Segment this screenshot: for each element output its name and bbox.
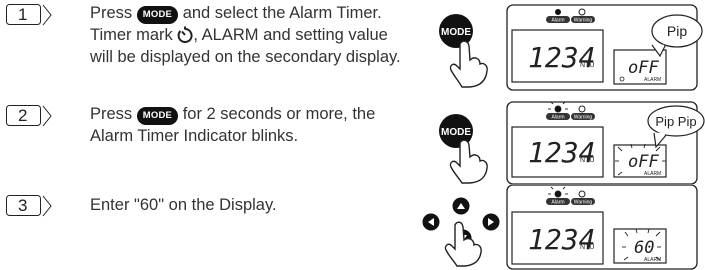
sound-text: Pip Pip (655, 114, 696, 129)
step-1: 1 Press MODE and select the Alarm Timer.… (0, 0, 705, 95)
warning-indicator-label: Warning (574, 18, 593, 24)
step-2: 2 Press MODE for 2 seconds or more, the … (0, 95, 705, 185)
alarm-lamp-icon (555, 9, 561, 15)
step-3: 3 Enter "60" on the Display. Alarm Warni… (0, 185, 705, 270)
step-1-illustration: MODE Alarm Warning 1234 NTU oFF ALARM Pi… (439, 4, 703, 91)
alarm-indicator-label: Alarm (551, 200, 564, 206)
warning-lamp-icon (578, 105, 586, 113)
secondary-value: oFF (628, 152, 659, 172)
warning-lamp-icon (578, 8, 586, 16)
main-value: 1234 (528, 223, 595, 256)
warning-lamp-icon (578, 190, 586, 198)
finger-icon (449, 40, 488, 88)
alarm-tag: ALARM (644, 171, 661, 177)
secondary-value: 60 (634, 238, 654, 258)
unit-label: NTU (580, 62, 594, 69)
mode-button-label: MODE (441, 27, 471, 38)
unit-label: NTU (580, 244, 594, 251)
alarm-tag: ALARM (644, 257, 661, 263)
warning-indicator-label: Warning (574, 115, 593, 121)
main-value: 1234 (528, 41, 595, 74)
step-3-illustration: Alarm Warning 1234 NTU 60 ALARM (422, 185, 698, 270)
secondary-value: oFF (628, 58, 659, 78)
alarm-indicator-label: Alarm (551, 18, 564, 24)
warning-indicator-label: Warning (574, 200, 593, 206)
lcd-display: Alarm Warning 1234 NTU 60 ALARM (506, 185, 698, 270)
step-2-illustration: MODE Alarm Warning 1234 NTU oFF ALARM Pi… (439, 101, 705, 185)
sound-text: Pip (667, 23, 687, 39)
alarm-indicator-label: Alarm (551, 115, 564, 121)
unit-label: NTU (580, 157, 594, 164)
alarm-tag: ALARM (644, 77, 661, 83)
main-value: 1234 (528, 136, 595, 169)
mode-button-label: MODE (441, 127, 471, 138)
finger-icon (444, 221, 482, 267)
